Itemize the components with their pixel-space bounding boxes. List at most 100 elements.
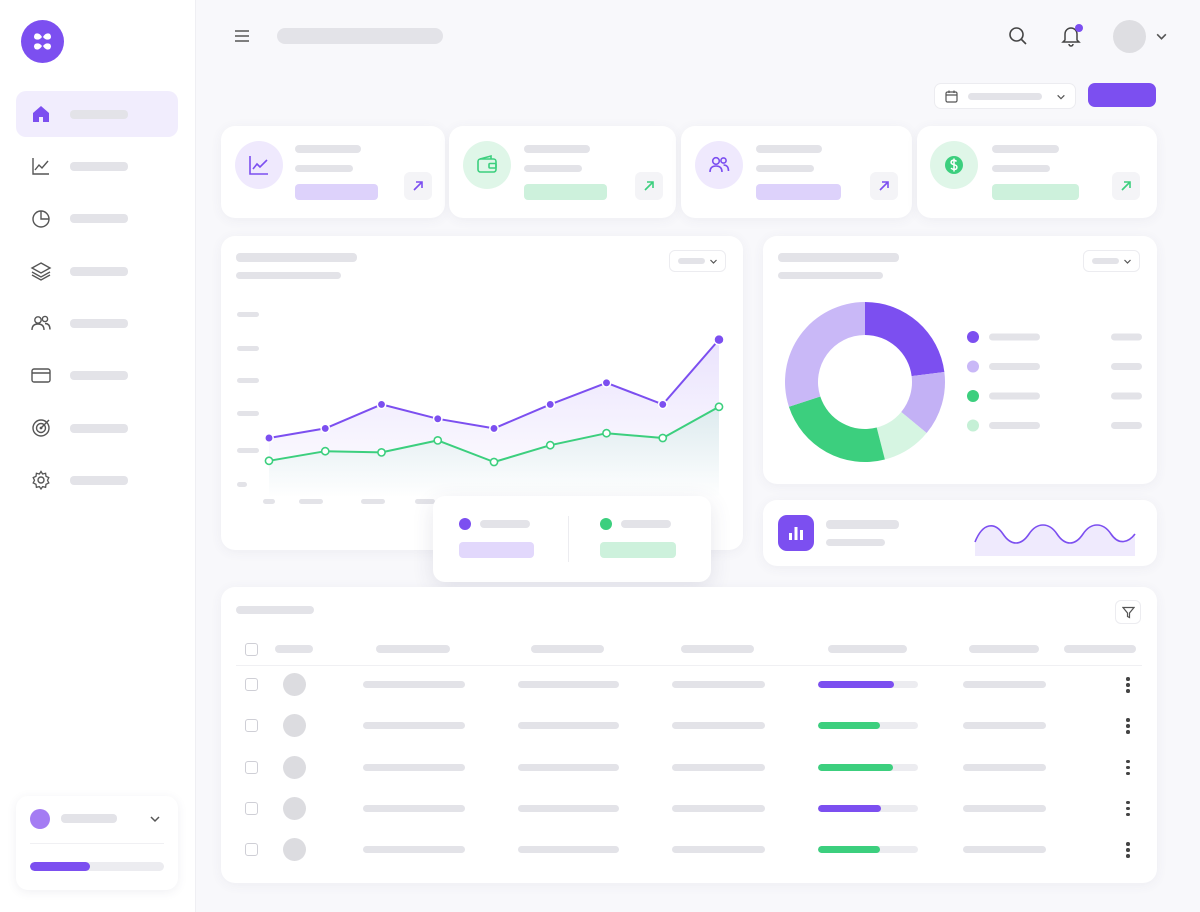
search-icon[interactable] xyxy=(1007,25,1029,47)
row-checkbox[interactable] xyxy=(245,678,258,691)
sidebar-item-label xyxy=(70,162,128,171)
menu-icon[interactable] xyxy=(233,27,251,45)
table-cell xyxy=(672,846,765,854)
table-cell xyxy=(963,846,1046,854)
table-cell xyxy=(963,681,1046,688)
stat-label xyxy=(756,145,822,153)
target-icon xyxy=(32,419,50,437)
donut-chart xyxy=(785,302,1142,462)
row-checkbox[interactable] xyxy=(245,801,258,815)
table-cell xyxy=(518,804,619,812)
progress-bar xyxy=(818,681,918,688)
legend-value xyxy=(1111,363,1142,370)
notification-button[interactable] xyxy=(1059,23,1083,49)
table-row[interactable] xyxy=(221,712,1157,740)
profile-card[interactable] xyxy=(16,796,178,890)
sidebar-item-users[interactable] xyxy=(16,300,178,346)
table-cell xyxy=(518,722,619,730)
stat-link[interactable] xyxy=(404,172,432,200)
arrow-up-right-icon xyxy=(879,181,889,191)
user-avatar[interactable] xyxy=(1113,20,1146,53)
donut-slice xyxy=(865,302,945,377)
notification-dot xyxy=(1075,24,1083,32)
column-header[interactable] xyxy=(828,645,907,653)
data-point xyxy=(713,333,725,346)
table-row[interactable] xyxy=(221,671,1157,699)
logo-icon[interactable] xyxy=(21,20,64,63)
x-tick-label xyxy=(415,499,435,504)
data-point xyxy=(489,423,499,434)
sparkline-card[interactable] xyxy=(763,500,1157,566)
stat-card[interactable] xyxy=(681,126,912,218)
more-options-icon[interactable] xyxy=(1126,842,1130,858)
more-options-icon[interactable] xyxy=(1126,759,1130,776)
column-header[interactable] xyxy=(531,645,604,653)
sidebar-item-analytics[interactable] xyxy=(16,143,178,189)
more-options-icon[interactable] xyxy=(1126,718,1130,734)
stat-card[interactable] xyxy=(449,126,676,218)
sidebar-item-billing[interactable] xyxy=(16,352,178,398)
primary-action-button[interactable] xyxy=(1088,83,1156,107)
stat-card[interactable] xyxy=(221,126,445,218)
data-point xyxy=(714,402,724,412)
stat-link[interactable] xyxy=(1112,172,1140,200)
stat-label xyxy=(992,145,1059,153)
sidebar-item-label xyxy=(70,371,128,380)
sidebar-item-home[interactable] xyxy=(16,91,178,137)
home-icon xyxy=(33,106,49,122)
stat-label xyxy=(524,145,590,153)
more-options-icon[interactable] xyxy=(1126,800,1130,817)
stat-link[interactable] xyxy=(870,172,898,200)
series-label xyxy=(621,520,671,528)
chart-tooltip xyxy=(433,496,711,582)
legend-dot xyxy=(967,360,979,373)
chevron-down-icon[interactable] xyxy=(149,813,161,825)
table-cell xyxy=(518,681,619,688)
table-row[interactable] xyxy=(221,836,1157,864)
progress-bar xyxy=(818,804,918,812)
data-point xyxy=(657,399,668,410)
y-tick-label xyxy=(237,312,259,317)
column-header[interactable] xyxy=(1064,645,1136,653)
arrow-up-right-icon xyxy=(1121,181,1131,191)
row-checkbox[interactable] xyxy=(245,760,258,774)
sidebar-item-settings[interactable] xyxy=(16,457,178,503)
column-header[interactable] xyxy=(969,645,1039,653)
table-cell xyxy=(963,763,1046,771)
y-tick-label xyxy=(237,346,259,351)
table-row[interactable] xyxy=(221,754,1157,782)
sidebar-item-layers[interactable] xyxy=(16,248,178,294)
column-header[interactable] xyxy=(275,645,313,653)
sidebar-item-label xyxy=(70,319,128,328)
table-cell xyxy=(363,763,465,771)
legend-label xyxy=(989,363,1040,370)
table-cell xyxy=(363,722,465,730)
data-point xyxy=(602,428,611,438)
chevron-down-icon[interactable] xyxy=(1155,30,1168,43)
more-options-icon[interactable] xyxy=(1126,677,1130,693)
donut-slice xyxy=(788,396,885,462)
legend-label xyxy=(989,392,1040,400)
column-header[interactable] xyxy=(376,645,450,653)
data-point xyxy=(601,377,612,388)
date-range-picker[interactable] xyxy=(934,83,1076,109)
metric-label xyxy=(826,520,899,529)
stat-card[interactable] xyxy=(917,126,1157,218)
y-tick-label xyxy=(237,448,259,453)
sidebar-item-label xyxy=(70,267,128,276)
row-checkbox[interactable] xyxy=(245,843,258,857)
row-checkbox[interactable] xyxy=(245,719,258,733)
sidebar-item-goals[interactable] xyxy=(16,405,178,451)
legend-value xyxy=(1111,422,1142,429)
table-row[interactable] xyxy=(221,795,1157,823)
select-all-checkbox[interactable] xyxy=(245,643,258,656)
stat-value xyxy=(295,184,378,200)
avatar xyxy=(283,838,306,862)
data-point xyxy=(376,399,387,410)
column-header[interactable] xyxy=(681,645,754,653)
table-cell xyxy=(363,681,465,688)
filter-button[interactable] xyxy=(1115,600,1141,624)
stat-link[interactable] xyxy=(635,172,663,200)
sidebar-item-reports[interactable] xyxy=(16,195,178,241)
series-value xyxy=(459,542,534,558)
